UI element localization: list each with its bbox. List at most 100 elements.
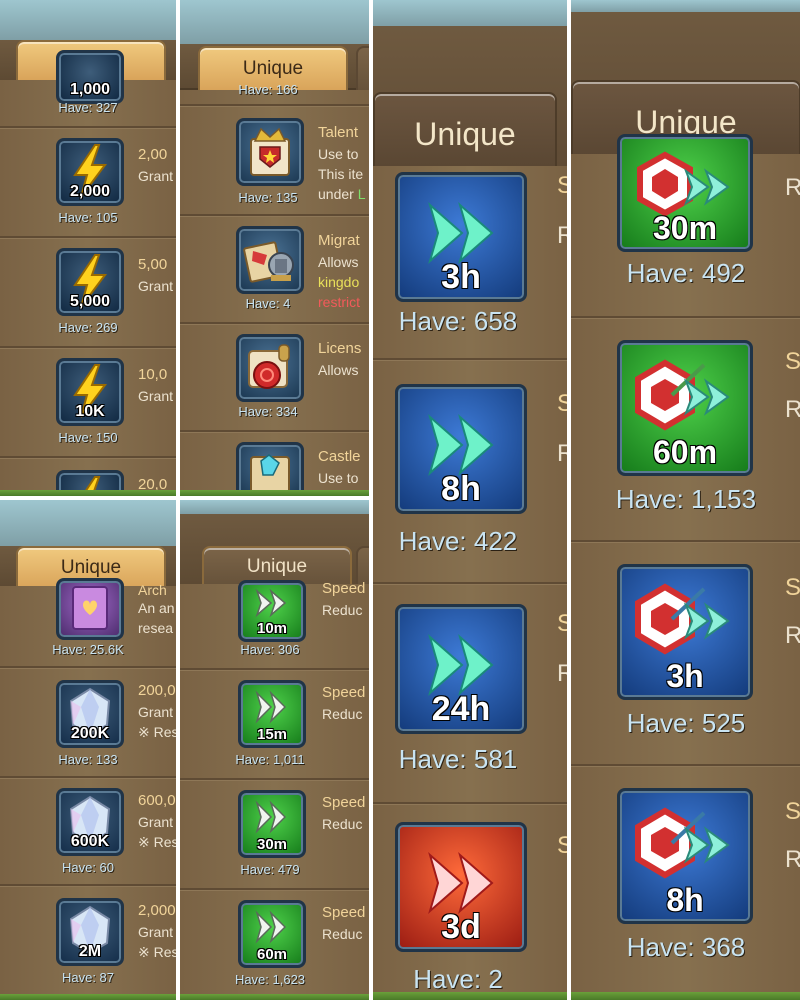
grass-strip	[180, 490, 369, 496]
have-count: Have: 306	[240, 642, 300, 657]
list-item[interactable]: Castle Use to	[180, 432, 369, 496]
research-book-graphic	[72, 586, 108, 630]
have-count: Have: 1,011	[235, 752, 305, 767]
list-item[interactable]: 2,000 2,00 Grant Have: 105	[0, 128, 176, 238]
have-count: Have: 422	[398, 526, 518, 556]
item-description: Grant	[138, 168, 174, 184]
list-item[interactable]: 60m Have: 1,153 S R	[571, 318, 800, 542]
have-count: Have: 87	[61, 970, 115, 985]
list-item[interactable]: Talent Use to This ite under L Have: 135	[180, 106, 369, 216]
have-count: Have: 1,153	[615, 484, 757, 514]
item-duration-label: 30m	[652, 210, 718, 246]
talent-book-icon	[236, 118, 304, 186]
item-description: ※ Res	[138, 834, 176, 850]
item-description: R	[557, 440, 567, 467]
item-quantity-label: 200K	[70, 725, 110, 742]
item-description: ※ Res	[138, 944, 176, 960]
lightning-icon: 1,000	[56, 50, 124, 104]
item-name: S	[557, 610, 567, 637]
item-description: under L	[318, 186, 366, 202]
item-description: Allows	[318, 254, 359, 270]
crystal-icon: 2M	[56, 898, 124, 966]
list-item[interactable]: Have: 166	[180, 82, 369, 106]
panel-research-crystals: Unique Arch An an resea Have: 25.6K 200K…	[0, 500, 176, 1000]
list-item[interactable]: Licens Allows Have: 334	[180, 324, 369, 432]
have-count: Have: 166	[238, 82, 298, 97]
list-item[interactable]: Arch An an resea Have: 25.6K	[0, 578, 176, 668]
speedup-arrows-icon: 8h	[395, 384, 527, 514]
item-name: Castle	[318, 448, 361, 465]
item-description: Grant	[138, 388, 174, 404]
item-name: 2,000	[138, 902, 176, 919]
have-count: Have: 4	[245, 296, 291, 311]
list-item[interactable]: 600K 600,0 Grant ※ Res Have: 60	[0, 778, 176, 886]
speedup-arrows-icon: 60m	[238, 900, 306, 968]
item-description: This ite	[318, 166, 364, 182]
item-name: 10,0	[138, 366, 168, 383]
item-name: Speed	[322, 904, 366, 921]
list-item[interactable]: 60m Speed Reduc Have: 1,623	[180, 890, 369, 1000]
lightning-icon: 10K	[56, 358, 124, 426]
list-item[interactable]: 5,000 5,00 Grant Have: 269	[0, 238, 176, 348]
item-name: S	[785, 348, 800, 375]
item-description: Grant	[138, 704, 174, 720]
have-count: Have: 327	[58, 100, 118, 115]
migration-scroll-graphic	[243, 241, 294, 283]
item-name: Licens	[318, 340, 362, 357]
tab-other[interactable]	[356, 46, 369, 90]
grass-strip	[0, 490, 176, 496]
item-quantity-label: 600K	[70, 833, 110, 850]
list-item[interactable]: 10K 10,0 Grant Have: 150	[0, 348, 176, 458]
talent-book-graphic	[250, 127, 290, 176]
item-name: S	[785, 574, 800, 601]
item-description: R	[785, 174, 800, 201]
have-count: Have: 25.6K	[52, 642, 124, 657]
item-description: ※ Res	[138, 724, 176, 740]
item-description: R	[785, 622, 800, 649]
have-count: Have: 479	[240, 862, 300, 877]
list-item[interactable]: 200K 200,0 Grant ※ Res Have: 133	[0, 668, 176, 778]
have-count: Have: 581	[398, 744, 518, 774]
item-description: An an	[138, 600, 175, 616]
item-description: Grant	[138, 278, 174, 294]
have-count: Have: 492	[626, 258, 746, 288]
list-item[interactable]: 10m Speed Reduc Have: 306	[180, 580, 369, 670]
item-description: Allows	[318, 362, 359, 378]
tab-unique[interactable]: Unique	[373, 92, 557, 166]
list-item[interactable]: 1,000 Have: 327	[0, 50, 176, 128]
sky-background	[180, 0, 369, 44]
item-duration-label: 3h	[441, 258, 481, 296]
target-speedup-icon: 30m	[617, 134, 753, 252]
panel-energy: Unique 1,000 Have: 327 2,000 2,00 Grant …	[0, 0, 176, 496]
list-item[interactable]: 15m Speed Reduc Have: 1,011	[180, 670, 369, 780]
list-item[interactable]: 3d Have: 2 S	[373, 804, 567, 1000]
have-count: Have: 334	[238, 404, 298, 419]
list-item[interactable]: 8h Have: 368 S R	[571, 766, 800, 1000]
item-duration-label: 3h	[666, 658, 704, 694]
speedup-arrows-icon: 10m	[238, 580, 306, 642]
list-item[interactable]: 8h Have: 422 S R	[373, 360, 567, 584]
panel-speedups: Unique 3h Have: 658 S R 8h Have: 422 S R	[373, 0, 567, 1000]
have-count: Have: 105	[58, 210, 118, 225]
item-description: Grant	[138, 924, 174, 940]
list-item[interactable]: 30m Have: 492 R	[571, 134, 800, 318]
panel-scrolls: Unique Have: 166 Talent Use to This ite …	[180, 0, 369, 496]
sky-background	[571, 0, 800, 12]
research-book-icon	[56, 578, 124, 640]
speedup-arrows-icon: 30m	[238, 790, 306, 858]
speedup-arrows-icon: 24h	[395, 604, 527, 734]
list-item[interactable]: 30m Speed Reduc Have: 479	[180, 780, 369, 890]
have-count: Have: 368	[626, 932, 746, 962]
list-item[interactable]: 3h Have: 525 S R	[571, 542, 800, 766]
item-description: R	[785, 396, 800, 423]
list-item[interactable]: 3h Have: 658 S R	[373, 166, 567, 360]
sky-background	[0, 0, 176, 40]
crystal-icon: 200K	[56, 680, 124, 748]
item-description-warning: restrict	[318, 294, 360, 310]
item-duration-label: 10m	[256, 620, 288, 637]
sky-background	[373, 0, 567, 26]
list-item[interactable]: 24h Have: 581 S R	[373, 584, 567, 804]
list-item[interactable]: Migrat Allows kingdo restrict Have: 4	[180, 216, 369, 324]
list-item[interactable]: 2M 2,000 Grant ※ Res Have: 87	[0, 886, 176, 996]
item-name: S	[557, 172, 567, 199]
